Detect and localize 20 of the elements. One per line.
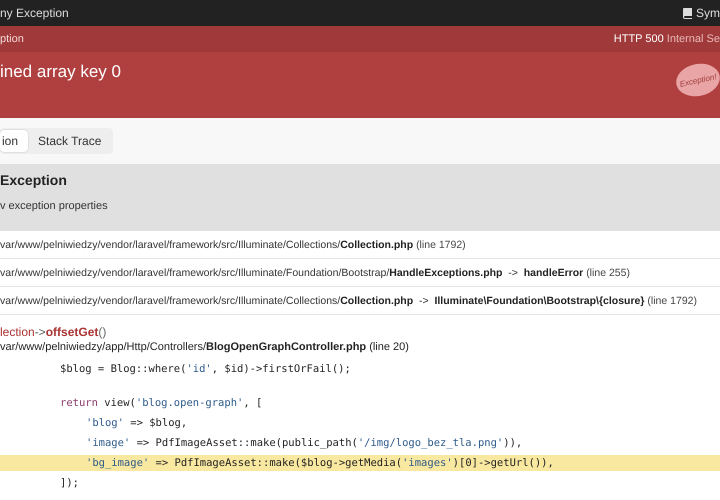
code-line: 'blog' => $blog, (85, 416, 188, 431)
code-line: return view('blog.open-graph', [ (59, 396, 264, 411)
trace-line: var/www/pelniwiedzy/vendor/laravel/framework/src/Illuminate/Foundation/Bootstrap/HandleExceptions.php -> handleError (line 255) (0, 266, 630, 278)
code-line: 'image' => PdfImageAsset::make(public_path('/img/logo_bez_tla.png')), (85, 436, 524, 451)
tab[interactable]: ion (0, 130, 28, 152)
status-text: HTTP 500 Internal Se (614, 33, 720, 45)
code-line: $blog = Blog::where('id', $id)->firstOrFail(); (59, 362, 352, 377)
code-line: ]); (59, 476, 80, 491)
book-icon (682, 7, 693, 19)
error-message: ined array key 0 (0, 62, 121, 82)
page-title: ny Exception (0, 6, 69, 20)
frame-call: lection->offsetGet() (0, 325, 108, 339)
docs-link[interactable]: Sym (682, 6, 720, 20)
tab[interactable]: Stack Trace (28, 130, 112, 152)
exception-class: ption (0, 33, 24, 45)
exception-title: Exception (0, 172, 68, 188)
trace-line: var/www/pelniwiedzy/vendor/laravel/framework/src/Illuminate/Collections/Collection.php (line 1792) (0, 238, 466, 250)
frame-file-path: var/www/pelniwiedzy/app/Http/Controllers/BlogOpenGraphController.php (line 20) (0, 341, 410, 353)
trace-line: var/www/pelniwiedzy/vendor/laravel/framework/src/Illuminate/Collections/Collection.php -> Illuminate\Foundation\Bootstrap\{closure} (line 1792) (0, 294, 698, 306)
properties-toggle[interactable]: v exception properties (0, 200, 720, 212)
